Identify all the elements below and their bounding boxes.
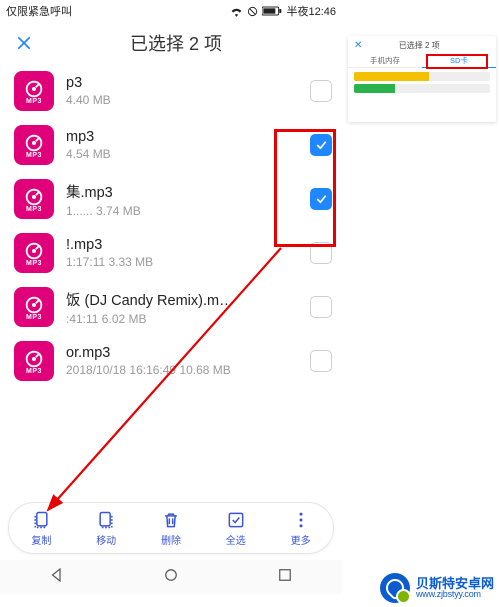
more-icon [291,510,311,530]
copy-button[interactable]: 复制 [31,510,51,547]
delete-button[interactable]: 删除 [161,510,181,547]
file-name: 集.mp3 [66,181,302,204]
file-meta: 1:17:11 3.33 MB [66,255,302,269]
nav-back-icon [48,566,66,584]
file-name: mp3 [66,129,302,147]
callout-bar-1 [354,72,490,81]
page-title: 已选择 2 项 [20,30,332,56]
file-row[interactable]: MP3 p34.40 MB [0,64,342,118]
copy-icon [31,510,51,530]
copy-label: 复制 [31,532,51,547]
file-row[interactable]: MP3 集.mp31...... 3.74 MB [0,172,342,226]
mp3-label: MP3 [26,314,42,321]
mp3-thumbnail-icon: MP3 [14,125,54,165]
file-row[interactable]: MP3 mp34.54 MB [0,118,342,172]
select-all-button[interactable]: 全选 [226,510,246,547]
file-checkbox[interactable] [310,350,332,372]
status-bar: 仅限紧急呼叫 半夜12:46 [0,0,342,22]
nav-recent-icon [276,566,294,584]
file-meta: 2018/10/18 16:16:49 10.68 MB [66,363,302,377]
select-all-label: 全选 [226,532,246,547]
nav-home-button[interactable] [162,566,180,589]
select-all-icon [226,510,246,530]
mp3-thumbnail-icon: MP3 [14,71,54,111]
file-row[interactable]: MP3 饭 (DJ Candy Remix).m…:41:11 6.02 MB [0,280,342,334]
mp3-label: MP3 [26,98,42,105]
mp3-thumbnail-icon: MP3 [14,341,54,381]
nav-recents-button[interactable] [276,566,294,589]
watermark-logo-icon [380,573,410,603]
header-bar: 已选择 2 项 [0,22,342,64]
more-button[interactable]: 更多 [291,510,311,547]
file-checkbox[interactable] [310,242,332,264]
file-row[interactable]: MP3 or.mp32018/10/18 16:16:49 10.68 MB [0,334,342,388]
file-checkbox[interactable] [310,80,332,102]
file-checkbox[interactable] [310,134,332,156]
file-info: or.mp32018/10/18 16:16:49 10.68 MB [66,345,302,377]
file-meta: :41:11 6.02 MB [66,312,302,326]
bottom-toolbar: 复制 移动 删除 全选 更多 [8,502,334,554]
mp3-label: MP3 [26,206,42,213]
phone-screenshot: 仅限紧急呼叫 半夜12:46 已选择 2 项 MP3 p34.40 MB MP3 mp… [0,0,342,560]
mp3-label: MP3 [26,368,42,375]
status-carrier: 仅限紧急呼叫 [6,3,72,19]
move-icon [96,510,116,530]
android-nav-bar [0,560,342,594]
callout-title: 已选择 2 项 [356,40,482,51]
file-name: p3 [66,75,302,93]
wifi-icon [230,6,243,17]
callout-annotation-box [426,54,488,69]
delete-label: 删除 [161,532,181,547]
status-right: 半夜12:46 [230,3,336,19]
file-meta: 1...... 3.74 MB [66,204,302,218]
mp3-label: MP3 [26,152,42,159]
file-checkbox[interactable] [310,188,332,210]
nav-back-button[interactable] [48,566,66,589]
file-name: !.mp3 [66,237,302,255]
file-name: 饭 (DJ Candy Remix).m… [66,289,302,312]
callout-bar-2 [354,84,490,93]
callout-thumbnail: ✕ 已选择 2 项 手机内存 SD卡 [348,36,496,122]
status-time: 半夜12:46 [286,3,336,19]
file-info: p34.40 MB [66,75,302,107]
watermark: 贝斯特安卓网 www.zjbstyy.com [380,573,494,603]
callout-tab-phone: 手机内存 [348,54,422,68]
file-meta: 4.40 MB [66,93,302,107]
move-button[interactable]: 移动 [96,510,116,547]
file-info: 集.mp31...... 3.74 MB [66,181,302,218]
do-not-disturb-icon [247,6,258,17]
move-label: 移动 [96,532,116,547]
file-info: !.mp31:17:11 3.33 MB [66,237,302,269]
more-label: 更多 [291,532,311,547]
mp3-thumbnail-icon: MP3 [14,179,54,219]
file-row[interactable]: MP3 !.mp31:17:11 3.33 MB [0,226,342,280]
mp3-thumbnail-icon: MP3 [14,233,54,273]
watermark-url: www.zjbstyy.com [416,590,494,599]
mp3-thumbnail-icon: MP3 [14,287,54,327]
battery-icon [262,6,282,16]
file-info: mp34.54 MB [66,129,302,161]
nav-home-icon [162,566,180,584]
file-checkbox[interactable] [310,296,332,318]
file-list: MP3 p34.40 MB MP3 mp34.54 MB MP3 集.mp31......… [0,64,342,388]
file-info: 饭 (DJ Candy Remix).m…:41:11 6.02 MB [66,289,302,326]
mp3-label: MP3 [26,260,42,267]
file-meta: 4.54 MB [66,147,302,161]
trash-icon [161,510,181,530]
file-name: or.mp3 [66,345,302,363]
